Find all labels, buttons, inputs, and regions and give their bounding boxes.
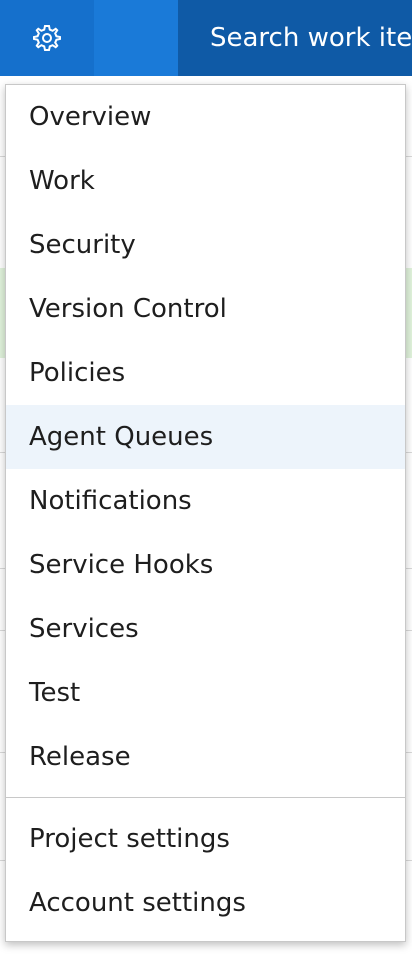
menu-item-version-control[interactable]: Version Control [6, 277, 405, 341]
menu-item-release[interactable]: Release [6, 725, 405, 789]
gear-icon [33, 25, 61, 51]
menu-item-label: Overview [29, 102, 152, 132]
menu-item-security[interactable]: Security [6, 213, 405, 277]
menu-item-label: Agent Queues [29, 422, 214, 452]
menu-item-overview[interactable]: Overview [6, 85, 405, 149]
settings-button[interactable] [0, 0, 94, 76]
search-input[interactable]: Search work items [178, 0, 412, 76]
menu-item-label: Policies [29, 358, 126, 388]
menu-item-account-settings[interactable]: Account settings [6, 871, 405, 935]
menu-item-work[interactable]: Work [6, 149, 405, 213]
menu-item-test[interactable]: Test [6, 661, 405, 725]
settings-dropdown-menu: Overview Work Security Version Control P… [5, 84, 406, 942]
menu-item-label: Test [29, 678, 81, 708]
menu-item-label: Security [29, 230, 136, 260]
menu-item-label: Work [29, 166, 95, 196]
menu-item-policies[interactable]: Policies [6, 341, 405, 405]
menu-separator [6, 797, 405, 798]
search-placeholder: Search work items [210, 23, 412, 53]
top-bar: Search work items [0, 0, 412, 76]
menu-item-label: Release [29, 742, 131, 772]
menu-item-services[interactable]: Services [6, 597, 405, 661]
topbar-segment [94, 0, 178, 76]
menu-item-label: Services [29, 614, 139, 644]
menu-item-service-hooks[interactable]: Service Hooks [6, 533, 405, 597]
menu-item-agent-queues[interactable]: Agent Queues [6, 405, 405, 469]
menu-item-label: Account settings [29, 888, 246, 918]
menu-item-label: Service Hooks [29, 550, 214, 580]
menu-item-label: Project settings [29, 824, 230, 854]
menu-item-project-settings[interactable]: Project settings [6, 807, 405, 871]
menu-item-label: Version Control [29, 294, 227, 324]
menu-item-label: Notifications [29, 486, 192, 516]
menu-item-notifications[interactable]: Notifications [6, 469, 405, 533]
